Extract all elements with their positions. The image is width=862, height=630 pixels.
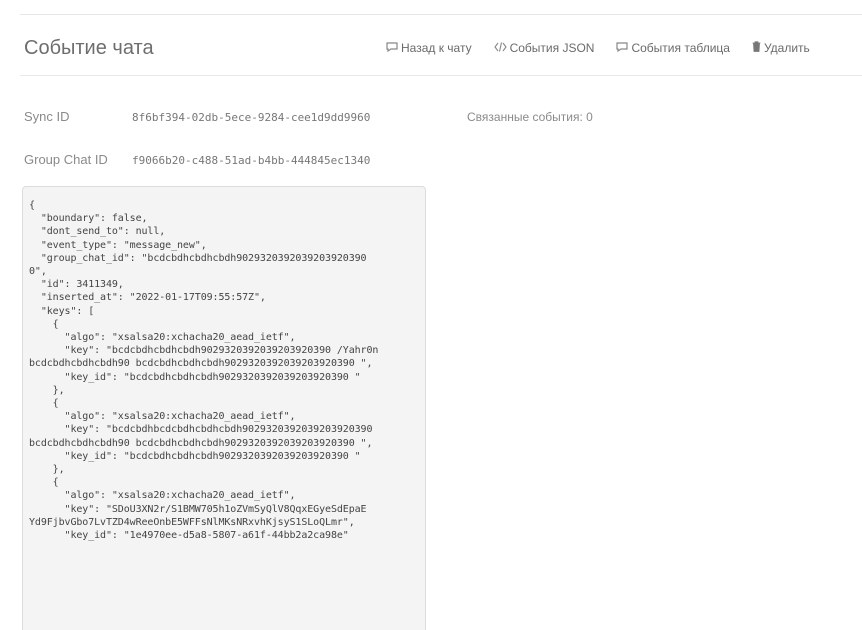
page-title: Событие чата	[24, 37, 154, 59]
chat-bubble-icon	[616, 41, 629, 55]
related-events-count: Связанные события: 0	[467, 110, 593, 124]
trash-icon	[752, 41, 761, 55]
page: Событие чата Назад к чату События JSON С…	[0, 0, 862, 630]
page-header: Событие чата Назад к чату События JSON С…	[20, 14, 862, 76]
events-table-label: События таблица	[631, 41, 730, 55]
header-actions: Назад к чату События JSON События таблиц…	[386, 41, 810, 55]
delete-link[interactable]: Удалить	[752, 41, 810, 55]
group-chat-id-label: Group Chat ID	[24, 152, 108, 167]
events-table-link[interactable]: События таблица	[616, 41, 730, 55]
code-icon	[493, 41, 507, 55]
back-to-chat-label: Назад к чату	[401, 41, 472, 55]
group-chat-id-value: f9066b20-c488-51ad-b4bb-444845ec1340	[132, 154, 371, 167]
back-to-chat-link[interactable]: Назад к чату	[386, 41, 472, 55]
delete-label: Удалить	[763, 41, 810, 55]
events-json-label: События JSON	[509, 41, 595, 55]
event-json-code: { "boundary": false, "dont_send_to": nul…	[29, 200, 379, 542]
events-json-link[interactable]: События JSON	[493, 41, 595, 55]
sync-id-label: Sync ID	[24, 109, 70, 124]
sync-id-value: 8f6bf394-02db-5ece-9284-cee1d9dd9960	[132, 111, 371, 124]
event-json-panel[interactable]: { "boundary": false, "dont_send_to": nul…	[22, 186, 426, 630]
chat-bubble-icon	[386, 41, 398, 55]
